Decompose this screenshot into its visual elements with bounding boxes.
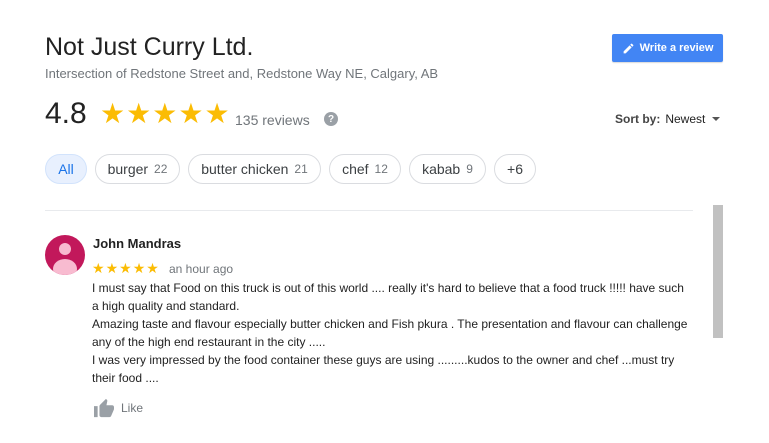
sort-dropdown[interactable]: Sort by: Newest (615, 112, 721, 126)
chip-label: All (58, 161, 74, 177)
filter-chip-all[interactable]: All (45, 154, 87, 184)
sort-label: Sort by: (615, 112, 661, 126)
chip-count: 21 (294, 162, 308, 176)
chip-label: +6 (507, 161, 523, 177)
star-icon: ★ (178, 98, 204, 129)
review-stars: ★ ★ ★ ★ ★ (92, 261, 159, 275)
star-icon: ★ (204, 98, 230, 129)
star-icon: ★ (146, 260, 159, 276)
write-review-label: Write a review (639, 42, 714, 54)
filter-chip-more[interactable]: +6 (494, 154, 536, 184)
avatar-body (53, 259, 77, 275)
like-label: Like (121, 401, 144, 415)
avatar[interactable] (45, 235, 85, 275)
chip-count: 22 (154, 162, 168, 176)
scrollbar[interactable] (713, 205, 723, 338)
chip-count: 9 (466, 162, 473, 176)
rating-stars: ★ ★ ★ ★ ★ (100, 99, 230, 129)
chip-label: kabab (422, 161, 461, 177)
review-paragraph: I was very impressed by the food contain… (92, 353, 675, 385)
star-icon: ★ (132, 260, 146, 276)
review-author[interactable]: John Mandras (93, 236, 181, 251)
star-icon: ★ (126, 98, 152, 129)
chip-label: chef (342, 161, 369, 177)
help-icon[interactable]: ? (324, 112, 338, 126)
review-text: I must say that Food on this truck is ou… (92, 279, 692, 387)
star-icon: ★ (92, 260, 105, 276)
chip-count: 12 (374, 162, 388, 176)
star-icon: ★ (119, 260, 132, 276)
filter-chip-chef[interactable]: chef 12 (329, 154, 401, 184)
like-button[interactable]: Like (93, 398, 143, 418)
filter-chip-butter-chicken[interactable]: butter chicken 21 (188, 154, 321, 184)
filter-chip-burger[interactable]: burger 22 (95, 154, 180, 184)
thumbs-up-icon (94, 398, 114, 418)
avatar-head (59, 243, 71, 255)
chip-label: burger (107, 161, 149, 177)
reviews-count: 135 reviews (235, 112, 310, 128)
pencil-icon (623, 43, 633, 53)
business-title: Not Just Curry Ltd. (45, 33, 254, 61)
review-time: an hour ago (169, 262, 234, 276)
review-paragraph: Amazing taste and flavour especially but… (92, 317, 688, 349)
star-icon: ★ (152, 98, 178, 129)
filter-chip-kabab[interactable]: kabab 9 (409, 154, 486, 184)
star-icon: ★ (105, 260, 119, 276)
divider (45, 210, 693, 211)
chevron-down-icon (712, 117, 721, 121)
star-icon: ★ (100, 98, 126, 129)
sort-value: Newest (665, 112, 706, 126)
chip-label: butter chicken (201, 161, 289, 177)
review-paragraph: I must say that Food on this truck is ou… (92, 281, 684, 313)
write-review-button[interactable]: Write a review (612, 34, 723, 62)
business-address: Intersection of Redstone Street and, Red… (45, 66, 439, 81)
average-rating: 4.8 (45, 97, 87, 130)
